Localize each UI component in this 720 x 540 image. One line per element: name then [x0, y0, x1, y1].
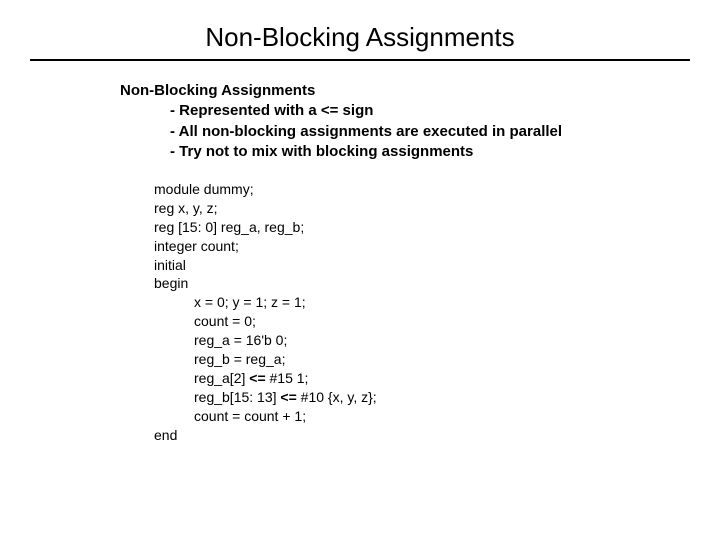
bullet-list: - Represented with a <= sign - All non-b…: [120, 101, 720, 162]
code-op: <=: [249, 370, 265, 386]
bullet-item: - All non-blocking assignments are execu…: [170, 122, 720, 142]
code-line: begin: [154, 274, 720, 293]
bullet-item: - Try not to mix with blocking assignmen…: [170, 142, 720, 162]
content-area: Non-Blocking Assignments - Represented w…: [0, 61, 720, 444]
code-text: #10 {x, y, z};: [297, 389, 377, 405]
code-text: #15 1;: [266, 370, 309, 386]
code-op: <=: [280, 389, 296, 405]
bullet-text: - Represented with a: [170, 102, 321, 119]
slide: Non-Blocking Assignments Non-Blocking As…: [0, 0, 720, 540]
code-line: reg_b[15: 13] <= #10 {x, y, z};: [154, 388, 720, 407]
code-line: end: [154, 426, 720, 445]
code-line: reg_b = reg_a;: [154, 350, 720, 369]
section-heading: Non-Blocking Assignments: [120, 81, 720, 101]
code-block: module dummy; reg x, y, z; reg [15: 0] r…: [120, 162, 720, 444]
code-line: count = count + 1;: [154, 407, 720, 426]
code-line: x = 0; y = 1; z = 1;: [154, 293, 720, 312]
code-line: reg [15: 0] reg_a, reg_b;: [154, 218, 720, 237]
code-line: reg_a[2] <= #15 1;: [154, 369, 720, 388]
bullet-item: - Represented with a <= sign: [170, 101, 720, 121]
code-line: initial: [154, 256, 720, 275]
code-text: reg_b[15: 13]: [194, 389, 280, 405]
code-text: reg_a[2]: [194, 370, 249, 386]
code-line: count = 0;: [154, 312, 720, 331]
code-line: reg x, y, z;: [154, 199, 720, 218]
code-line: module dummy;: [154, 180, 720, 199]
bullet-bold: <= sign: [321, 102, 374, 119]
code-line: reg_a = 16'b 0;: [154, 331, 720, 350]
code-line: integer count;: [154, 237, 720, 256]
slide-title: Non-Blocking Assignments: [0, 0, 720, 59]
